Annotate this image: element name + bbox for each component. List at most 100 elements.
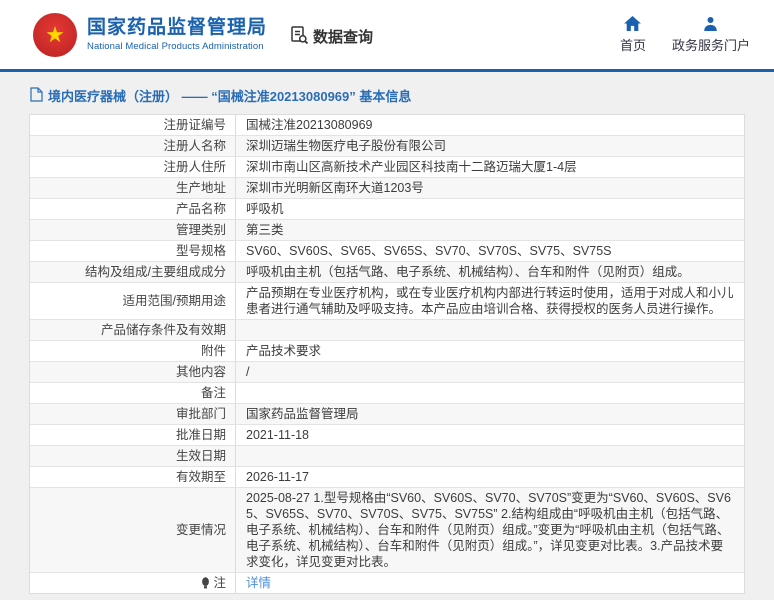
info-table: 注册证编号 国械注准20213080969 注册人名称 深圳迈瑞生物医疗电子股份有限公… (29, 114, 745, 594)
table-row: 批准日期 2021-11-18 (30, 425, 744, 446)
row-label: 批准日期 (30, 425, 236, 445)
bulb-icon (201, 577, 210, 589)
data-query-tab[interactable]: 数据查询 (289, 25, 373, 49)
row-value-text: 深圳市南山区高新技术产业园区科技南十二路迈瑞大厦1-4层 (246, 159, 577, 175)
row-label: 其他内容 (30, 362, 236, 382)
row-value-text: 国械注准20213080969 (246, 117, 372, 133)
table-row: 产品名称 呼吸机 (30, 199, 744, 220)
table-row: 其他内容 / (30, 362, 744, 383)
row-label-text: 注册证编号 (163, 117, 226, 133)
row-value-text: 深圳市光明新区南环大道1203号 (246, 180, 424, 196)
row-label-text: 附件 (201, 343, 226, 359)
row-label-text: 结构及组成/主要组成成分 (85, 264, 226, 280)
row-value: / (236, 362, 744, 382)
row-value: 呼吸机由主机（包括气路、电子系统、机械结构）、台车和附件（见附页）组成。 (236, 262, 744, 282)
table-row: 审批部门 国家药品监督管理局 (30, 404, 744, 425)
page-header: ★ 国家药品监督管理局 National Medical Products Ad… (0, 0, 774, 72)
agency-brand: 国家药品监督管理局 National Medical Products Admi… (87, 17, 267, 52)
row-label-text: 生产地址 (176, 180, 226, 196)
row-value: 2021-11-18 (236, 425, 744, 445)
agency-logo[interactable]: ★ 国家药品监督管理局 National Medical Products Ad… (33, 13, 267, 57)
doc-search-icon (289, 25, 313, 49)
table-row: 型号规格 SV60、SV60S、SV65、SV65S、SV70、SV70S、SV7… (30, 241, 744, 262)
row-label-text: 有效期至 (176, 469, 226, 485)
row-value: 2026-11-17 (236, 467, 744, 487)
row-value-text: 第三类 (246, 222, 284, 238)
row-value (236, 383, 744, 403)
table-row: 备注 (30, 383, 744, 404)
nav-home-label: 首页 (620, 35, 646, 54)
row-value-text: 产品技术要求 (246, 343, 321, 359)
national-emblem-icon: ★ (33, 13, 77, 57)
row-value: 深圳市南山区高新技术产业园区科技南十二路迈瑞大厦1-4层 (236, 157, 744, 177)
agency-name: 国家药品监督管理局 (87, 17, 267, 39)
row-value: 深圳市光明新区南环大道1203号 (236, 178, 744, 198)
detail-link[interactable]: 详情 (246, 575, 271, 591)
row-label-text: 变更情况 (176, 522, 226, 538)
row-value-text: 呼吸机由主机（包括气路、电子系统、机械结构）、台车和附件（见附页）组成。 (246, 264, 690, 280)
row-label: 产品名称 (30, 199, 236, 219)
top-nav: 首页 政务服务门户 (620, 13, 750, 54)
row-label: 审批部门 (30, 404, 236, 424)
row-value: 产品预期在专业医疗机构，或在专业医疗机构内部进行转运时使用，适用于对成人和小儿患… (236, 283, 744, 319)
row-label-text: 管理类别 (176, 222, 226, 238)
row-value-text: SV60、SV60S、SV65、SV65S、SV70、SV70S、SV75、SV… (246, 243, 611, 259)
row-label-text: 适用范围/预期用途 (123, 293, 226, 309)
row-label: 适用范围/预期用途 (30, 283, 236, 319)
table-row: 适用范围/预期用途 产品预期在专业医疗机构，或在专业医疗机构内部进行转运时使用，适… (30, 283, 744, 320)
row-label: 管理类别 (30, 220, 236, 240)
row-label: 注册证编号 (30, 115, 236, 135)
row-label: 注册人名称 (30, 136, 236, 156)
nav-portal-label: 政务服务门户 (672, 35, 750, 54)
breadcrumb-text: 境内医疗器械（注册） —— “国械注准20213080969” 基本信息 (48, 86, 411, 105)
row-value: 呼吸机 (236, 199, 744, 219)
row-value: 第三类 (236, 220, 744, 240)
data-query-label: 数据查询 (313, 26, 373, 47)
table-row: 注册人住所 深圳市南山区高新技术产业园区科技南十二路迈瑞大厦1-4层 (30, 157, 744, 178)
row-value-text: 产品预期在专业医疗机构，或在专业医疗机构内部进行转运时使用，适用于对成人和小儿患… (246, 285, 734, 317)
row-label-text: 其他内容 (176, 364, 226, 380)
row-value: SV60、SV60S、SV65、SV65S、SV70、SV70S、SV75、SV… (236, 241, 744, 261)
row-label-text: 型号规格 (176, 243, 226, 259)
row-label-text: 审批部门 (176, 406, 226, 422)
row-label: 生产地址 (30, 178, 236, 198)
row-label: 结构及组成/主要组成成分 (30, 262, 236, 282)
row-label: 有效期至 (30, 467, 236, 487)
row-value-text: / (246, 364, 249, 380)
row-value-text: 2025-08-27 1.型号规格由“SV60、SV60S、SV70、SV70S… (246, 490, 734, 570)
table-row: 附件 产品技术要求 (30, 341, 744, 362)
row-label: 注册人住所 (30, 157, 236, 177)
row-value (236, 446, 744, 466)
row-value: 2025-08-27 1.型号规格由“SV60、SV60S、SV70、SV70S… (236, 488, 744, 572)
table-row: 注详情 (30, 573, 744, 593)
row-label-text: 注册人名称 (163, 138, 226, 154)
table-row: 结构及组成/主要组成成分 呼吸机由主机（包括气路、电子系统、机械结构）、台车和附件… (30, 262, 744, 283)
table-row: 产品储存条件及有效期 (30, 320, 744, 341)
row-label: 变更情况 (30, 488, 236, 572)
row-label-text: 产品储存条件及有效期 (101, 322, 226, 338)
file-icon (30, 87, 48, 105)
row-value: 详情 (236, 573, 744, 593)
table-row: 变更情况 2025-08-27 1.型号规格由“SV60、SV60S、SV70、S… (30, 488, 744, 573)
row-label-text: 注册人住所 (163, 159, 226, 175)
row-value-text: 深圳迈瑞生物医疗电子股份有限公司 (246, 138, 446, 154)
nav-item-home[interactable]: 首页 (620, 13, 646, 54)
row-value: 深圳迈瑞生物医疗电子股份有限公司 (236, 136, 744, 156)
table-row: 注册人名称 深圳迈瑞生物医疗电子股份有限公司 (30, 136, 744, 157)
row-value-text: 2021-11-18 (246, 427, 309, 443)
row-value: 国家药品监督管理局 (236, 404, 744, 424)
agency-name-en: National Medical Products Administration (87, 41, 267, 52)
home-icon (624, 13, 641, 31)
user-icon (703, 13, 718, 31)
row-value (236, 320, 744, 340)
table-row: 生产地址 深圳市光明新区南环大道1203号 (30, 178, 744, 199)
row-value-text: 国家药品监督管理局 (246, 406, 359, 422)
row-label: 附件 (30, 341, 236, 361)
table-row: 管理类别 第三类 (30, 220, 744, 241)
row-value-text: 呼吸机 (246, 201, 284, 217)
row-label-text: 产品名称 (176, 201, 226, 217)
row-label-text: 备注 (201, 385, 226, 401)
table-row: 有效期至 2026-11-17 (30, 467, 744, 488)
nav-item-portal[interactable]: 政务服务门户 (672, 13, 750, 54)
row-label: 型号规格 (30, 241, 236, 261)
